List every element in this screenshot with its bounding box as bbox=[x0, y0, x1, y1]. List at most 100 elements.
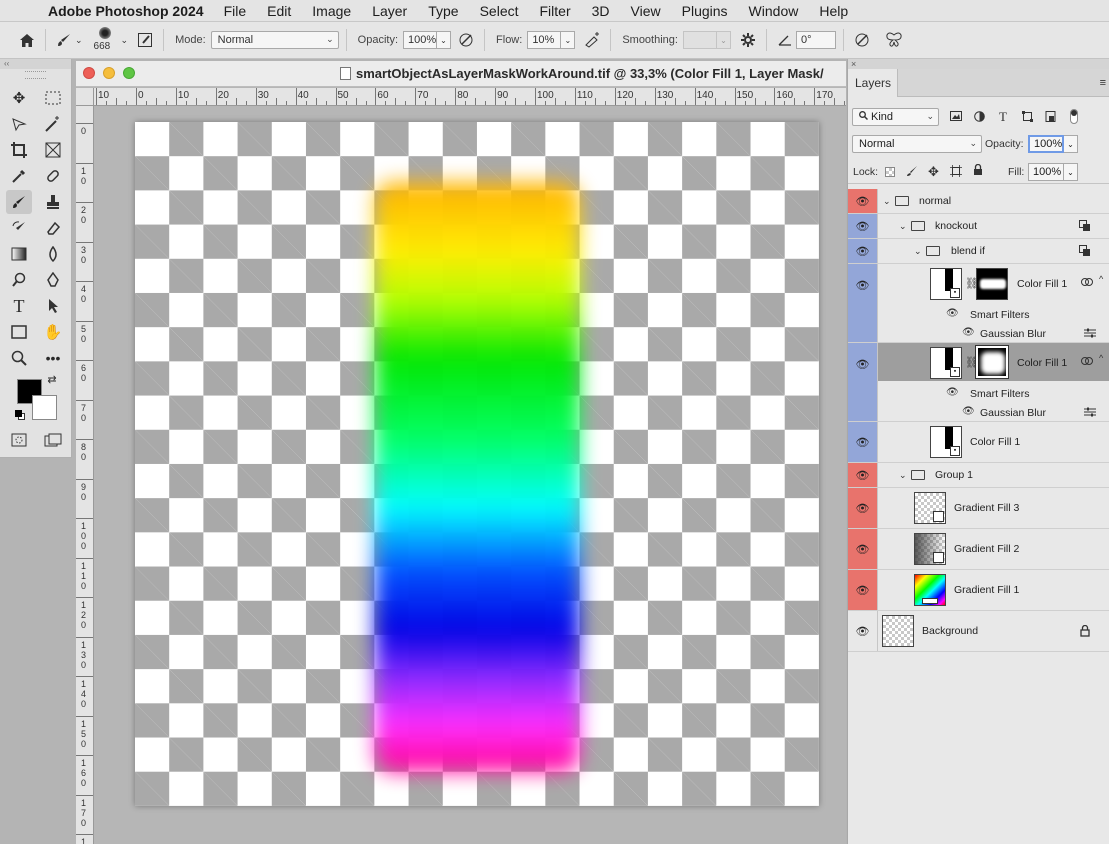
menu-select[interactable]: Select bbox=[480, 3, 519, 19]
filter-type-icon[interactable]: T bbox=[999, 109, 1007, 125]
visibility-eye-icon[interactable]: 👁 bbox=[848, 189, 878, 213]
visibility-eye-icon[interactable]: 👁 bbox=[848, 488, 878, 528]
smoothing-dropdown-icon[interactable]: ⌄ bbox=[716, 31, 731, 49]
layer-color-fill-c[interactable]: 👁 ▪ Color Fill 1 bbox=[848, 422, 1109, 463]
chevron-down-icon[interactable]: ⌄ bbox=[899, 221, 907, 232]
menu-file[interactable]: File bbox=[224, 3, 247, 19]
quick-mask-icon[interactable] bbox=[6, 428, 32, 452]
menu-plugins[interactable]: Plugins bbox=[682, 3, 728, 19]
layer-opacity-input[interactable]: 100% bbox=[1028, 135, 1064, 153]
menu-filter[interactable]: Filter bbox=[540, 3, 571, 19]
layer-thumbnail[interactable] bbox=[914, 574, 946, 606]
flow-input[interactable]: 10% bbox=[527, 31, 562, 49]
more-tools-icon[interactable]: ••• bbox=[40, 346, 66, 370]
hand-tool-icon[interactable]: ✋ bbox=[40, 320, 66, 344]
layer-gradient-fill-3[interactable]: 👁 Gradient Fill 3 bbox=[848, 488, 1109, 529]
chevron-down-icon[interactable]: ⌄ bbox=[914, 246, 922, 257]
chevron-down-icon[interactable]: ⌄ bbox=[75, 35, 83, 46]
layer-thumbnail[interactable] bbox=[914, 492, 946, 524]
layer-mask-thumbnail[interactable] bbox=[975, 345, 1009, 379]
filter-options-icon[interactable] bbox=[1084, 407, 1096, 420]
layer-thumbnail[interactable]: ▪ bbox=[930, 347, 962, 379]
symmetry-butterfly-icon[interactable] bbox=[883, 29, 905, 51]
layer-mask-thumbnail[interactable] bbox=[976, 268, 1008, 300]
fill-input[interactable]: 100% bbox=[1028, 163, 1064, 181]
opacity-input[interactable]: 100% bbox=[403, 31, 438, 49]
vertical-ruler[interactable]: 0 1 0 2 0 3 0 4 0 5 0 6 0 7 0 8 0 9 0 1 0 0 1 1 0 1 … bbox=[76, 106, 94, 844]
filter-pixel-icon[interactable] bbox=[950, 111, 962, 124]
brush-tool-icon[interactable] bbox=[6, 190, 32, 214]
visibility-eye-icon[interactable]: 👁 bbox=[848, 570, 878, 610]
swap-colors-icon[interactable]: ⇄ bbox=[44, 371, 60, 387]
lock-artboard-icon[interactable] bbox=[950, 165, 962, 180]
gear-icon[interactable] bbox=[737, 29, 759, 51]
dodge-tool-icon[interactable] bbox=[6, 268, 32, 292]
airbrush-icon[interactable] bbox=[581, 29, 603, 51]
chevron-down-icon[interactable]: ⌄ bbox=[899, 470, 907, 481]
path-selection-icon[interactable] bbox=[40, 294, 66, 318]
visibility-eye-icon[interactable]: 👁 bbox=[848, 463, 878, 487]
brush-settings-icon[interactable] bbox=[134, 29, 156, 51]
blur-tool-icon[interactable] bbox=[40, 242, 66, 266]
menu-image[interactable]: Image bbox=[312, 3, 351, 19]
layer-gradient-fill-1[interactable]: 👁 Gradient Fill 1 bbox=[848, 570, 1109, 611]
visibility-eye-icon[interactable]: 👁 bbox=[962, 406, 975, 417]
rectangular-marquee-icon[interactable] bbox=[40, 86, 66, 110]
zoom-tool-icon[interactable] bbox=[6, 346, 32, 370]
smoothing-input[interactable] bbox=[682, 31, 717, 49]
canvas[interactable] bbox=[135, 122, 819, 806]
chevron-down-icon[interactable]: ⌄ bbox=[883, 196, 891, 207]
filter-adjustment-icon[interactable] bbox=[974, 111, 985, 125]
layer-opacity-dropdown-icon[interactable]: ⌄ bbox=[1064, 135, 1078, 153]
close-window-button[interactable] bbox=[83, 67, 95, 79]
lock-position-icon[interactable]: ✥ bbox=[928, 164, 939, 180]
layer-color-fill-b[interactable]: 👁 ▪ ⛓ Color Fill 1 ^ 👁 Smart Filters 👁 G… bbox=[848, 343, 1109, 422]
menu-edit[interactable]: Edit bbox=[267, 3, 291, 19]
collapse-filters-icon[interactable]: ^ bbox=[1099, 274, 1103, 284]
layer-thumbnail[interactable] bbox=[882, 615, 914, 647]
filter-toggle-switch[interactable] bbox=[1070, 109, 1078, 124]
layer-color-fill-a[interactable]: 👁 ▪ ⛓ Color Fill 1 ^ 👁 Smart Filters 👁 G… bbox=[848, 264, 1109, 343]
gradient-tool-icon[interactable] bbox=[6, 242, 32, 266]
magic-wand-icon[interactable] bbox=[40, 112, 66, 136]
layer-group-blend-if[interactable]: 👁 ⌄ blend if bbox=[848, 239, 1109, 264]
chevron-down-icon[interactable]: ⌄ bbox=[121, 35, 129, 46]
history-brush-icon[interactable] bbox=[6, 216, 32, 240]
eyedropper-icon[interactable] bbox=[6, 164, 32, 188]
type-tool-icon[interactable]: T bbox=[6, 294, 32, 318]
eraser-icon[interactable] bbox=[40, 216, 66, 240]
layer-thumbnail[interactable]: ▪ bbox=[930, 426, 962, 458]
zoom-window-button[interactable] bbox=[123, 67, 135, 79]
clone-stamp-icon[interactable] bbox=[40, 190, 66, 214]
pressure-size-icon[interactable] bbox=[851, 29, 873, 51]
screen-mode-icon[interactable] bbox=[40, 428, 66, 452]
menu-3d[interactable]: 3D bbox=[592, 3, 610, 19]
visibility-eye-icon[interactable]: 👁 bbox=[848, 422, 878, 462]
horizontal-ruler[interactable]: 10 0 10 20 30 40 50 60 70 80 90 100 110 120 130 140 150 1… bbox=[94, 88, 846, 106]
menu-view[interactable]: View bbox=[631, 3, 661, 19]
layer-group-knockout[interactable]: 👁 ⌄ knockout bbox=[848, 214, 1109, 239]
smart-filter-toggle-icon[interactable] bbox=[1081, 277, 1093, 290]
collapse-filters-icon[interactable]: ^ bbox=[1099, 353, 1103, 363]
opacity-dropdown-icon[interactable]: ⌄ bbox=[437, 31, 452, 49]
ruler-origin[interactable] bbox=[76, 88, 94, 106]
visibility-eye-icon[interactable]: 👁 bbox=[946, 308, 959, 319]
tab-layers[interactable]: Layers bbox=[848, 69, 898, 97]
layer-group-1[interactable]: 👁 ⌄ Group 1 bbox=[848, 463, 1109, 488]
visibility-eye-icon[interactable]: 👁 bbox=[848, 529, 878, 569]
lasso-tool-icon[interactable] bbox=[6, 112, 32, 136]
visibility-eye-icon[interactable]: 👁 bbox=[848, 343, 878, 421]
lock-pixels-icon[interactable] bbox=[906, 165, 918, 180]
fill-dropdown-icon[interactable]: ⌄ bbox=[1064, 163, 1078, 181]
panel-grip[interactable] bbox=[25, 71, 46, 79]
move-tool-icon[interactable]: ✥ bbox=[6, 86, 32, 110]
collapse-panel-icon[interactable]: ‹‹ bbox=[0, 59, 71, 69]
minimize-window-button[interactable] bbox=[103, 67, 115, 79]
panel-menu-icon[interactable]: ≡ bbox=[1100, 77, 1106, 89]
pressure-opacity-icon[interactable] bbox=[455, 29, 477, 51]
mode-dropdown[interactable]: Normal ⌄ bbox=[210, 31, 339, 49]
menu-window[interactable]: Window bbox=[749, 3, 799, 19]
brush-size-picker[interactable]: 668 bbox=[91, 25, 119, 55]
layer-thumbnail[interactable] bbox=[914, 533, 946, 565]
layer-thumbnail[interactable]: ▪ bbox=[930, 268, 962, 300]
